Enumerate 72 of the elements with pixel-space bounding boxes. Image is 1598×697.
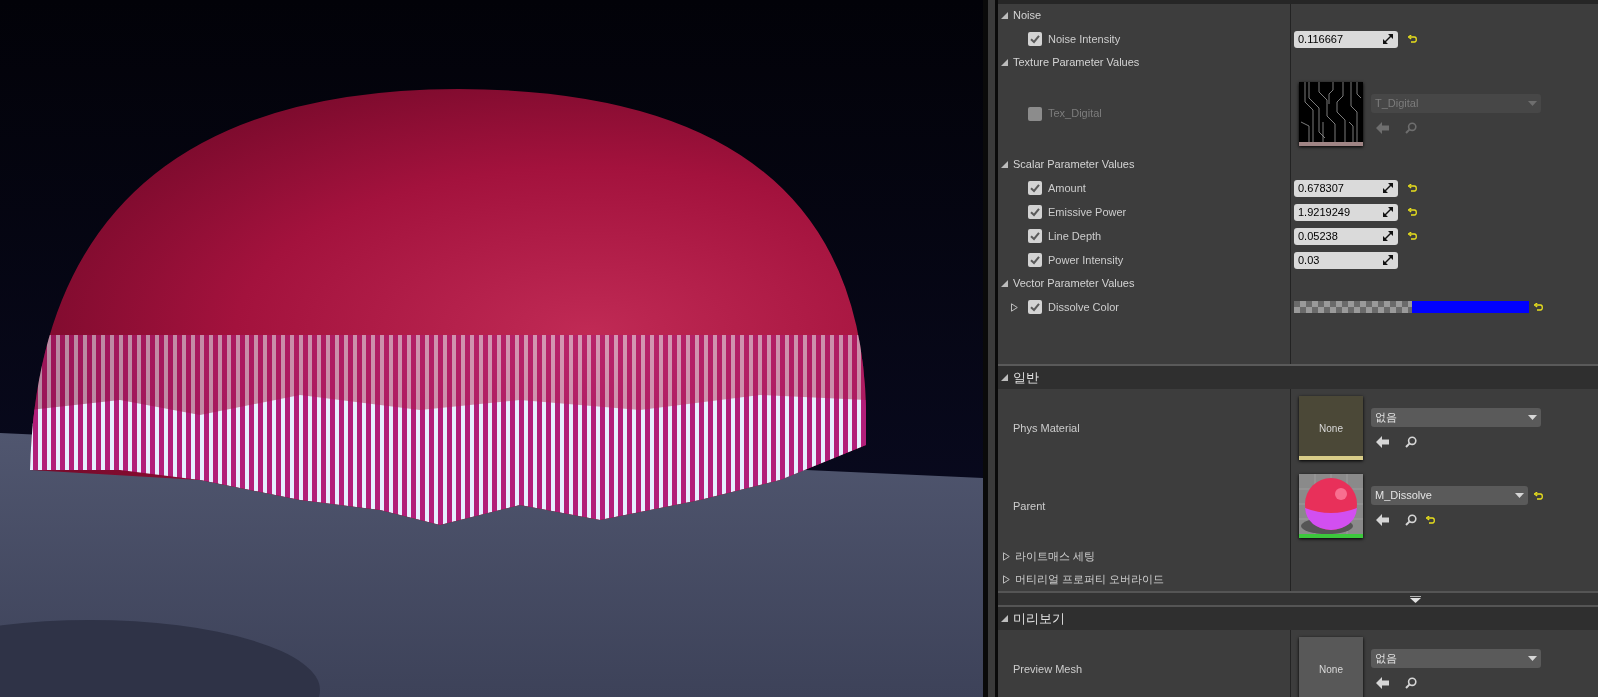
property-name: Parent: [1013, 498, 1046, 514]
search-icon[interactable]: [1405, 677, 1417, 689]
category-header: 미리보기: [1013, 609, 1065, 628]
thumbnail-label: None: [1319, 662, 1343, 677]
parameter-name: Line Depth: [1048, 228, 1102, 244]
left-arrow-icon[interactable]: [1376, 677, 1389, 689]
checkbox[interactable]: [1028, 205, 1042, 219]
left-arrow-icon[interactable]: [1376, 514, 1389, 526]
thumbnail-label: None: [1319, 421, 1343, 436]
reset-arrow-icon[interactable]: [1534, 491, 1543, 500]
reset-arrow-icon[interactable]: [1408, 35, 1417, 43]
search-icon[interactable]: [1405, 436, 1417, 448]
reset-arrow-icon[interactable]: [1408, 232, 1417, 240]
collapse-arrow-icon[interactable]: [1001, 615, 1008, 622]
parameter-name: Tex_Digital: [1048, 106, 1102, 122]
expand-arrow-icon[interactable]: [1011, 302, 1018, 312]
number-field[interactable]: 0.03: [1294, 251, 1398, 269]
checkbox[interactable]: [1028, 181, 1042, 195]
expand-arrow-icon[interactable]: [1003, 552, 1010, 561]
subcategory-header[interactable]: 머티리얼 프로퍼티 오버라이드: [1015, 571, 1165, 588]
subcategory-header[interactable]: 라이트매스 세팅: [1015, 548, 1096, 565]
collapse-arrow-icon[interactable]: [1001, 374, 1008, 381]
parameter-name: Dissolve Color: [1048, 299, 1119, 315]
category-header: Texture Parameter Values: [1013, 55, 1140, 71]
asset-dropdown[interactable]: 없음: [1371, 408, 1541, 427]
checkbox[interactable]: [1028, 253, 1042, 267]
parameter-name: Emissive Power: [1048, 204, 1127, 220]
circuit-texture-thumbnail[interactable]: [1299, 81, 1363, 146]
number-field[interactable]: 0.05238: [1294, 227, 1398, 245]
parameter-name: Amount: [1048, 180, 1086, 196]
parameter-name: Power Intensity: [1048, 252, 1124, 268]
dropdown-caret-icon: [1528, 656, 1537, 661]
collapse-arrow-icon[interactable]: [1001, 59, 1008, 66]
diagonal-arrows-icon[interactable]: [1383, 183, 1393, 193]
collapse-arrow-icon[interactable]: [1001, 161, 1008, 168]
category-header: Scalar Parameter Values: [1013, 157, 1135, 173]
property-name: Phys Material: [1013, 420, 1080, 436]
left-arrow-icon[interactable]: [1376, 436, 1389, 448]
collapse-arrow-icon[interactable]: [1001, 12, 1008, 19]
expand-arrow-icon[interactable]: [1003, 575, 1010, 584]
thumbnail[interactable]: None: [1299, 396, 1363, 460]
dropdown-caret-icon: [1515, 493, 1524, 498]
reset-arrow-icon[interactable]: [1408, 184, 1417, 192]
diagonal-arrows-icon[interactable]: [1383, 231, 1393, 241]
reset-arrow-icon[interactable]: [1408, 208, 1417, 216]
asset-dropdown[interactable]: 없음: [1371, 649, 1541, 668]
material-sphere-thumbnail[interactable]: [1299, 474, 1363, 538]
diagonal-arrows-icon[interactable]: [1383, 255, 1393, 265]
checkbox[interactable]: [1028, 229, 1042, 243]
checkbox[interactable]: [1028, 106, 1042, 121]
dropdown-caret-icon: [1528, 415, 1537, 420]
checkbox[interactable]: [1028, 300, 1042, 314]
reset-arrow-icon[interactable]: [1426, 516, 1435, 524]
number-field[interactable]: 1.9219249: [1294, 203, 1398, 221]
reset-arrow-icon[interactable]: [1534, 303, 1543, 311]
expand-down-icon[interactable]: [1410, 595, 1421, 603]
color-swatch[interactable]: [1294, 301, 1529, 313]
collapse-arrow-icon[interactable]: [1001, 280, 1008, 287]
category-header: Vector Parameter Values: [1013, 276, 1135, 292]
number-field[interactable]: 0.678307: [1294, 179, 1398, 197]
asset-dropdown[interactable]: M_Dissolve: [1371, 486, 1528, 505]
diagonal-arrows-icon[interactable]: [1383, 207, 1393, 217]
search-icon[interactable]: [1405, 514, 1417, 526]
thumbnail[interactable]: None: [1299, 637, 1363, 697]
dropdown-caret-icon: [1528, 100, 1537, 106]
property-name: Preview Mesh: [1013, 661, 1083, 677]
category-header: 일반: [1013, 368, 1039, 387]
parameter-name: Noise Intensity: [1048, 31, 1121, 47]
diagonal-arrows-icon[interactable]: [1383, 34, 1393, 44]
checkbox[interactable]: [1028, 32, 1042, 46]
number-field[interactable]: 0.116667: [1294, 30, 1398, 48]
category-header: Noise: [1013, 8, 1042, 24]
